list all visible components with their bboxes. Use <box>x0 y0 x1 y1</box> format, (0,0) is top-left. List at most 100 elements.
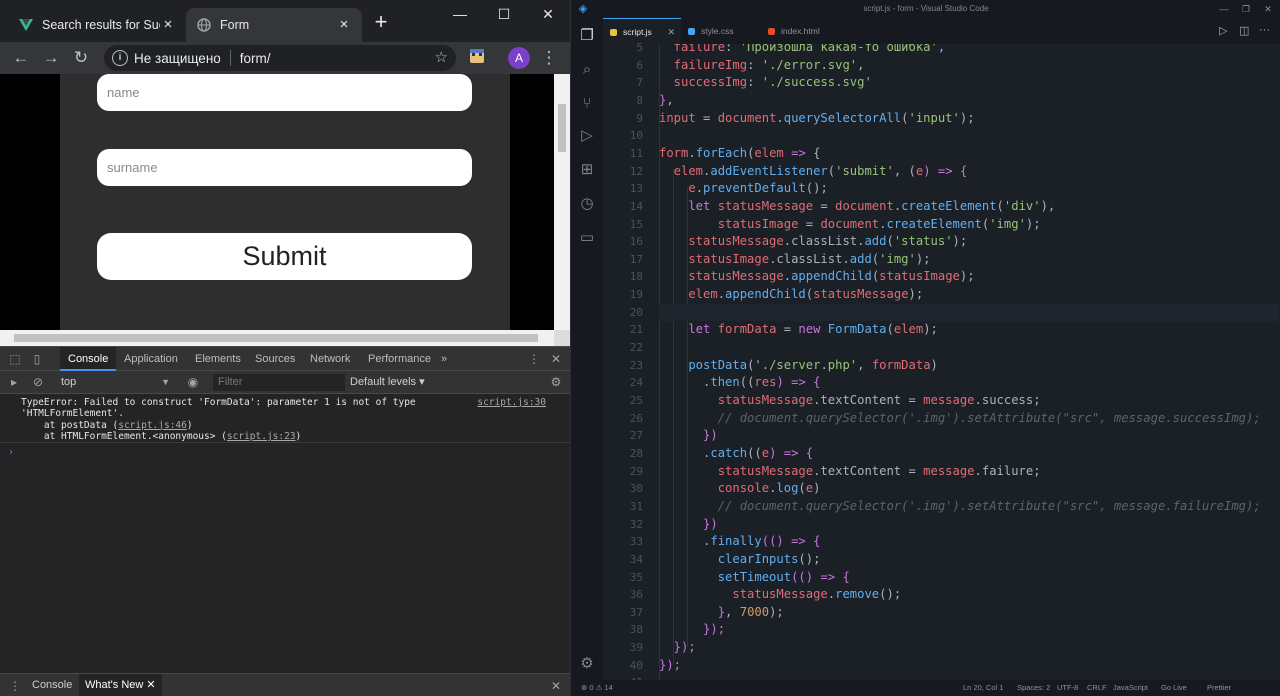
address-bar[interactable]: i Не защищено form/ ☆ <box>104 45 456 71</box>
horizontal-scrollbar[interactable] <box>0 330 554 346</box>
code-line[interactable]: }, 7000); <box>659 604 784 622</box>
new-tab-button[interactable]: + <box>370 11 392 34</box>
code-line[interactable]: statusMessage.classList.add('status'); <box>659 233 967 251</box>
extensions-icon[interactable]: ⊞ <box>577 160 597 180</box>
code-line[interactable]: postData('./server.php', formData) <box>659 357 938 375</box>
info-icon[interactable]: i <box>112 50 128 66</box>
code-line[interactable]: statusImage.classList.add('img'); <box>659 251 930 269</box>
line-endings[interactable]: CRLF <box>1087 680 1107 696</box>
reload-icon[interactable]: ↻ <box>70 47 92 69</box>
clear-console-icon[interactable]: ⊘ <box>31 375 45 389</box>
sidebar-toggle-icon[interactable]: ▸ <box>7 375 21 389</box>
folder-icon[interactable]: ▭ <box>577 228 597 248</box>
code-editor[interactable]: 5 6 7 8 9 10 11 12 13 14 15 16 17 18 19 20 21 22 23 24 25 26 2… <box>603 41 1280 689</box>
encoding[interactable]: UTF-8 <box>1057 680 1078 696</box>
code-line[interactable]: .catch((e) => { <box>659 445 813 463</box>
code-line[interactable]: elem.addEventListener('submit', (e) => { <box>659 163 968 181</box>
gear-icon[interactable]: ⚙ <box>549 375 563 389</box>
go-live-button[interactable]: Go Live <box>1161 680 1187 696</box>
code-line[interactable]: }); <box>659 621 725 639</box>
more-vert-icon[interactable]: ⋮ <box>538 47 560 69</box>
close-icon[interactable]: ✕ <box>146 679 155 691</box>
drawer-tab-console[interactable]: Console <box>32 674 72 696</box>
minimize-button[interactable]: — <box>440 4 480 26</box>
drawer-tab-whats-new[interactable]: What's New ✕ <box>79 674 162 696</box>
code-line[interactable]: elem.appendChild(statusMessage); <box>659 286 923 304</box>
source-link[interactable]: script.js:46 <box>118 420 187 431</box>
tab-style-css[interactable]: style.css <box>681 18 761 44</box>
code-line[interactable]: }) <box>659 516 718 534</box>
code-line[interactable]: statusImage = document.createElement('im… <box>659 216 1041 234</box>
scroll-thumb[interactable] <box>558 104 566 152</box>
tab-network[interactable]: Network <box>310 347 350 371</box>
submit-button[interactable]: Submit <box>97 233 472 280</box>
timeline-icon[interactable]: ◷ <box>577 194 597 214</box>
tab-form[interactable]: Form × <box>186 8 362 42</box>
code-line[interactable]: .finally(() => { <box>659 533 820 551</box>
code-line[interactable]: failureImg: './error.svg', <box>659 57 865 75</box>
star-icon[interactable]: ☆ <box>435 48 448 66</box>
code-line[interactable]: statusMessage.textContent = message.fail… <box>659 463 1041 481</box>
more-tabs-icon[interactable]: » <box>441 347 447 371</box>
maximize-button[interactable]: ☐ <box>484 4 524 26</box>
close-icon[interactable]: × <box>336 17 352 33</box>
error-source-link[interactable]: script.js:30 <box>477 397 546 408</box>
levels-select[interactable]: Default levels ▾ <box>350 374 425 391</box>
explorer-icon[interactable]: ❐ <box>577 26 597 46</box>
source-link[interactable]: script.js:23 <box>227 431 296 442</box>
close-icon[interactable]: ✕ <box>549 352 563 366</box>
code-line[interactable]: let formData = new FormData(elem); <box>659 321 938 339</box>
code-line[interactable] <box>659 303 1279 322</box>
prettier-status[interactable]: Prettier <box>1207 680 1231 696</box>
code-line[interactable]: // document.querySelector('.img').setAtt… <box>659 498 1261 516</box>
tab-application[interactable]: Application <box>124 347 178 371</box>
code-line[interactable]: clearInputs(); <box>659 551 821 569</box>
eye-icon[interactable]: ◉ <box>186 375 200 389</box>
close-icon[interactable]: ✕ <box>667 19 675 45</box>
tab-search-results[interactable]: Search results for Succe × <box>8 8 186 42</box>
code-line[interactable]: }); <box>659 639 696 657</box>
gear-icon[interactable]: ⚙ <box>577 654 597 674</box>
tab-index-html[interactable]: index.html <box>761 18 847 44</box>
language-mode[interactable]: JavaScript <box>1113 680 1148 696</box>
search-icon[interactable]: ⌕ <box>577 60 597 80</box>
context-select[interactable]: top ▼ <box>56 374 174 391</box>
code-line[interactable]: statusMessage.textContent = message.succ… <box>659 392 1041 410</box>
code-line[interactable]: form.forEach(elem => { <box>659 145 820 163</box>
code-line[interactable]: setTimeout(() => { <box>659 569 850 587</box>
device-toggle-icon[interactable]: ▯ <box>30 352 44 366</box>
tab-elements[interactable]: Elements <box>195 347 241 371</box>
code-line[interactable]: }) <box>659 427 718 445</box>
code-line[interactable]: console.log(e) <box>659 480 821 498</box>
problems-count[interactable]: ⊗ 0 ⚠ 14 <box>581 680 613 696</box>
surname-input[interactable]: surname <box>97 149 472 186</box>
code-line[interactable]: statusMessage.appendChild(statusImage); <box>659 268 974 286</box>
inspect-icon[interactable]: ⬚ <box>8 352 22 366</box>
code-area[interactable]: failure: 'Произошла какая-то ошибка', fa… <box>659 44 1279 680</box>
run-icon[interactable]: ▷ <box>1219 24 1227 37</box>
minimize-button[interactable]: — <box>1213 0 1235 18</box>
close-window-button[interactable]: ✕ <box>528 4 568 26</box>
more-vert-icon[interactable]: ⋮ <box>8 679 22 693</box>
close-icon[interactable]: × <box>160 17 176 33</box>
code-line[interactable]: }, <box>659 92 674 110</box>
source-control-icon[interactable]: ⑂ <box>577 94 597 114</box>
code-line[interactable]: .then((res) => { <box>659 374 820 392</box>
name-input[interactable]: name <box>97 74 472 111</box>
code-line[interactable]: input = document.querySelectorAll('input… <box>659 110 975 128</box>
restore-button[interactable]: ❐ <box>1235 0 1257 18</box>
scroll-thumb[interactable] <box>14 334 538 342</box>
split-editor-icon[interactable]: ◫ <box>1239 24 1249 37</box>
tab-performance[interactable]: Performance <box>368 347 431 371</box>
close-icon[interactable]: ✕ <box>549 679 563 693</box>
tab-console[interactable]: Console <box>60 347 117 371</box>
avatar[interactable]: A <box>508 47 530 69</box>
more-vert-icon[interactable]: ⋮ <box>527 352 541 366</box>
tab-sources[interactable]: Sources <box>255 347 295 371</box>
indentation[interactable]: Spaces: 2 <box>1017 680 1050 696</box>
forward-arrow-icon[interactable]: → <box>40 47 62 69</box>
back-arrow-icon[interactable]: ← <box>10 47 32 69</box>
code-line[interactable]: let statusMessage = document.createEleme… <box>659 198 1055 216</box>
extension-icon[interactable] <box>466 47 488 69</box>
filter-input[interactable]: Filter <box>213 374 345 391</box>
